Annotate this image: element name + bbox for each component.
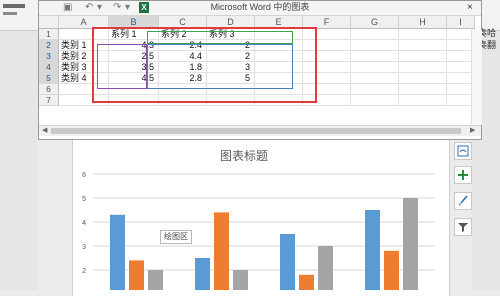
ribbon-left-fragment (0, 0, 38, 31)
bar-2-2[interactable] (214, 212, 229, 290)
cell-h7[interactable] (399, 95, 447, 106)
cell-g2[interactable] (351, 40, 399, 51)
vertical-scrollbar[interactable] (471, 30, 482, 125)
chart-data-window[interactable]: ▣ ↶ ▾ ↷ ▾ X Microsoft Word 中的图表 × ABCDEF… (38, 0, 482, 140)
bar-1-3[interactable] (280, 234, 295, 290)
scrollbar-thumb[interactable] (51, 128, 461, 134)
column-header-i[interactable]: I (447, 16, 475, 29)
bar-3-1[interactable] (148, 270, 163, 290)
cell-h6[interactable] (399, 84, 447, 95)
cell-g4[interactable] (351, 62, 399, 73)
select-all-corner[interactable] (39, 16, 59, 29)
cell-h2[interactable] (399, 40, 447, 51)
cell-g5[interactable] (351, 73, 399, 84)
ribbon-mark (3, 4, 25, 8)
ribbon-mark (3, 12, 17, 15)
document-left-margin (0, 0, 38, 290)
cell-g6[interactable] (351, 84, 399, 95)
scroll-right-icon[interactable]: ▶ (470, 126, 475, 136)
row-header-6[interactable]: 6 (39, 84, 59, 95)
row-header-7[interactable]: 7 (39, 95, 59, 106)
scroll-left-icon[interactable]: ◀ (42, 126, 47, 136)
highlight-box (92, 27, 317, 103)
bar-1-2[interactable] (195, 258, 210, 290)
chart-elements-button[interactable] (454, 166, 472, 184)
title-bar: ▣ ↶ ▾ ↷ ▾ X Microsoft Word 中的图表 × (39, 1, 481, 16)
chart[interactable]: 图表标题 2 3 4 5 6 (72, 136, 448, 290)
cell-g7[interactable] (351, 95, 399, 106)
bar-2-1[interactable] (129, 260, 144, 290)
cell-h1[interactable] (399, 29, 447, 40)
cell-h4[interactable] (399, 62, 447, 73)
bar-3-2[interactable] (233, 270, 248, 290)
bar-2-3[interactable] (299, 274, 314, 290)
row-header-4[interactable]: 4 (39, 62, 59, 73)
row-header-3[interactable]: 3 (39, 51, 59, 62)
bar-3-3[interactable] (318, 246, 333, 290)
bar-1-1[interactable] (110, 214, 125, 290)
y-tick-label: 6 (82, 172, 86, 179)
y-tick-label: 5 (82, 196, 86, 203)
plus-icon (458, 170, 468, 180)
chart-layout-icon (457, 145, 469, 157)
y-tick-label: 2 (82, 268, 86, 275)
column-header-g[interactable]: G (351, 16, 399, 29)
cell-h3[interactable] (399, 51, 447, 62)
window-title: Microsoft Word 中的图表 (210, 2, 310, 12)
chart-layout-button[interactable] (454, 142, 472, 160)
filter-icon (458, 223, 468, 232)
bar-1-4[interactable] (365, 210, 380, 290)
row-header-5[interactable]: 5 (39, 73, 59, 84)
bar-2-4[interactable] (384, 250, 399, 290)
brush-icon (459, 195, 468, 206)
cell-g1[interactable] (351, 29, 399, 40)
chart-title[interactable]: 图表标题 (220, 149, 268, 163)
row-header-1[interactable]: 1 (39, 29, 59, 40)
column-header-h[interactable]: H (399, 16, 447, 29)
cell-h5[interactable] (399, 73, 447, 84)
bar-3-4[interactable] (403, 198, 418, 290)
plot-area-tooltip: 绘图区 (160, 230, 192, 244)
row-header-2[interactable]: 2 (39, 40, 59, 51)
chart-filters-button[interactable] (454, 218, 472, 236)
horizontal-scrollbar[interactable]: ◀ ▶ (39, 125, 481, 136)
y-tick-label: 4 (82, 220, 86, 227)
y-tick-label: 3 (82, 244, 86, 251)
chart-styles-button[interactable] (454, 192, 472, 210)
close-icon[interactable]: × (467, 1, 473, 14)
cell-g3[interactable] (351, 51, 399, 62)
